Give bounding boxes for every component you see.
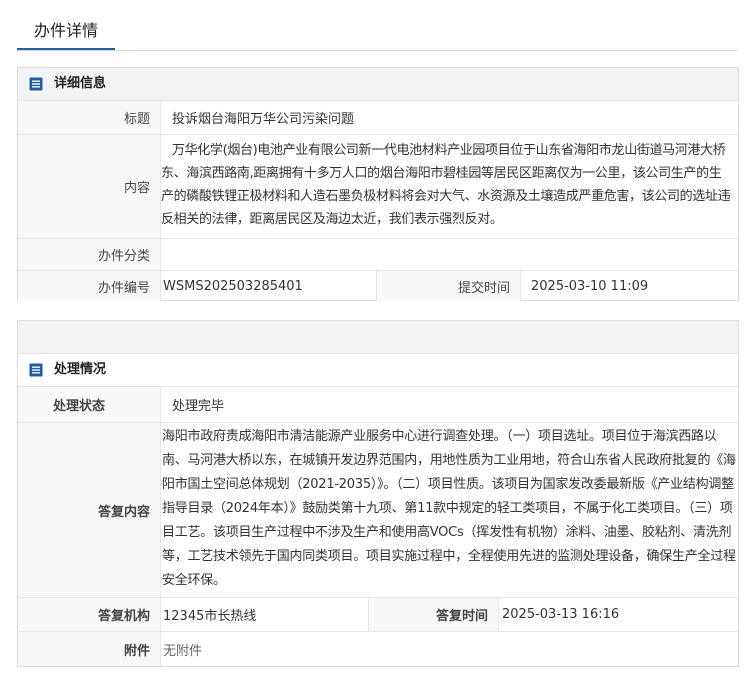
reply-time-label: 答复时间 — [369, 598, 499, 631]
category-row: 办件分类 — [18, 239, 738, 271]
content-value: 万华化学(烟台)电池产业有限公司新一代电池材料产业园项目位于山东省海阳市龙山街道… — [161, 143, 731, 227]
tab-case-details[interactable]: 办件详情 — [17, 14, 115, 50]
document-list-icon — [29, 363, 43, 377]
handling-panel-header: 处理情况 — [18, 354, 738, 387]
reply-label: 答复内容 — [18, 423, 161, 597]
category-value — [161, 239, 172, 270]
status-row: 处理状态 处理完毕 — [18, 387, 738, 423]
org-row: 答复机构 12345市长热线 答复时间 2025-03-13 16:16 — [18, 598, 738, 632]
handling-panel-top-bar — [18, 321, 738, 354]
category-label: 办件分类 — [18, 239, 161, 270]
submit-time-label: 提交时间 — [377, 271, 521, 301]
org-value: 12345市长热线 — [161, 598, 369, 631]
status-label: 处理状态 — [18, 387, 161, 422]
reply-time-value: 2025-03-13 16:16 — [502, 607, 620, 622]
content-row: 内容 万华化学(烟台)电池产业有限公司新一代电池材料产业园项目位于山东省海阳市龙… — [18, 135, 738, 239]
submit-time-value: 2025-03-10 11:09 — [531, 278, 649, 294]
title-value: 投诉烟台海阳万华公司污染问题 — [172, 112, 355, 127]
document-list-icon — [29, 77, 43, 91]
title-label: 标题 — [18, 101, 161, 134]
attachment-label: 附件 — [18, 632, 161, 666]
number-value: WSMS202503285401 — [161, 271, 377, 301]
details-panel: 详细信息 标题 投诉烟台海阳万华公司污染问题 内容 万华化学(烟台)电池产业有限… — [17, 67, 739, 301]
handling-section-title: 处理情况 — [54, 362, 107, 377]
number-row: 办件编号 WSMS202503285401 提交时间 2025-03-10 11… — [18, 271, 738, 301]
reply-value: 海阳市政府责成海阳市清洁能源产业服务中心进行调查处理。（一）项目选址。项目位于海… — [162, 429, 736, 588]
title-row: 标题 投诉烟台海阳万华公司污染问题 — [18, 101, 738, 135]
org-label: 答复机构 — [18, 598, 161, 631]
handling-panel: 处理情况 处理状态 处理完毕 答复内容 海阳市政府责成海阳市清洁能源产业服务中心… — [17, 320, 739, 667]
reply-row: 答复内容 海阳市政府责成海阳市清洁能源产业服务中心进行调查处理。（一）项目选址。… — [18, 423, 738, 598]
number-label: 办件编号 — [18, 271, 161, 301]
details-panel-header: 详细信息 — [18, 68, 738, 101]
page-tab-bar: 办件详情 — [17, 14, 737, 51]
attachment-value: 无附件 — [163, 643, 203, 659]
attachment-row: 附件 无附件 — [18, 632, 738, 666]
status-value: 处理完毕 — [172, 399, 225, 414]
content-label: 内容 — [18, 135, 161, 238]
details-section-title: 详细信息 — [54, 76, 107, 91]
